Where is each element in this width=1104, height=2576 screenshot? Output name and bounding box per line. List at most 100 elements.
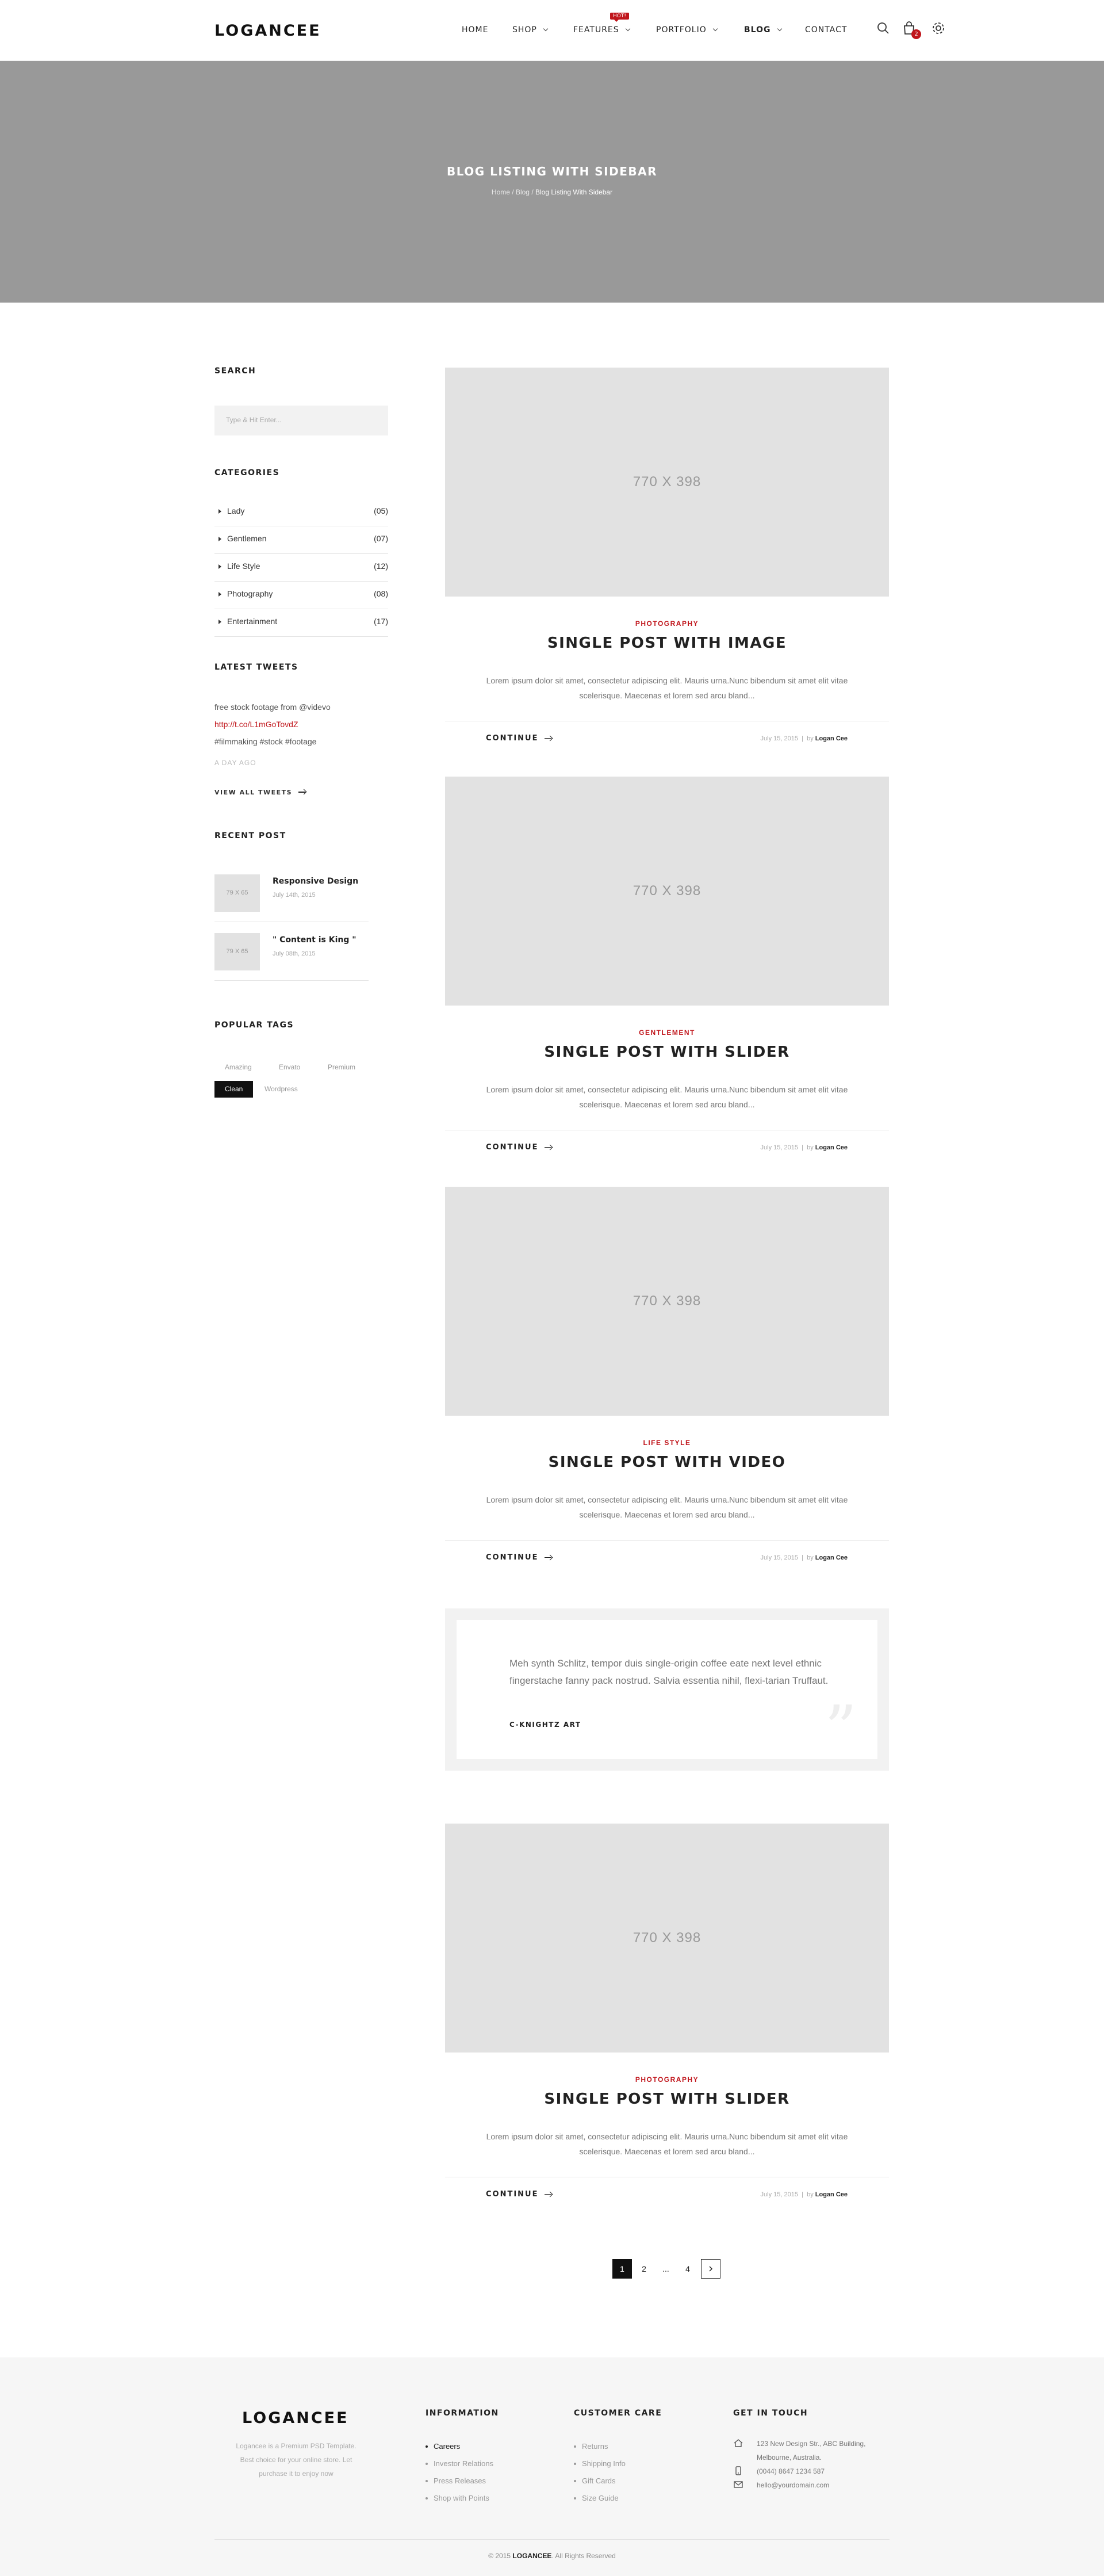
nav-contact-label: CONTACT (805, 25, 848, 35)
post-category[interactable]: GENTLEMENT (445, 1029, 889, 1037)
breadcrumb-blog[interactable]: Blog (516, 188, 530, 196)
site-logo[interactable]: LOGANCEE (214, 22, 321, 40)
category-item[interactable]: Lady (05) (214, 499, 388, 526)
post-category[interactable]: LIFE STYLE (445, 1439, 889, 1447)
tag-clean[interactable]: Clean (214, 1081, 254, 1098)
post-meta: July 15, 2015 | by Logan Cee (761, 735, 848, 742)
tag-premium[interactable]: Premium (317, 1059, 366, 1076)
copyright: © 2015 LOGANCEE. All Rights Reserved (0, 2552, 1104, 2560)
search-icon[interactable] (875, 20, 892, 37)
arrow-right-icon (544, 736, 553, 741)
category-label: Lady (227, 506, 245, 515)
page-ellipsis: ... (662, 2264, 669, 2273)
post-meta: July 15, 2015 | by Logan Cee (761, 1144, 848, 1151)
search-input[interactable]: Type & Hit Enter... (214, 406, 388, 435)
copyright-brand: LOGANCEE (512, 2552, 552, 2560)
post-author[interactable]: Logan Cee (815, 1144, 848, 1151)
meta-by: by (807, 2191, 814, 2198)
footer-logo[interactable]: LOGANCEE (242, 2409, 349, 2427)
category-item[interactable]: Photography (08) (214, 582, 388, 609)
nav-features-label: FEATURES (573, 25, 619, 35)
view-all-tweets-link[interactable]: VIEW ALL TWEETS (214, 789, 306, 796)
nav-blog[interactable]: BLOG (744, 25, 782, 35)
copyright-prefix: © 2015 (488, 2552, 513, 2560)
continue-button[interactable]: CONTINUE (486, 1143, 553, 1152)
bullet-icon (425, 2445, 428, 2448)
meta-separator: | (802, 1144, 803, 1151)
footer-link[interactable]: Size Guide (574, 2494, 619, 2502)
post-category[interactable]: PHOTOGRAPHY (445, 620, 889, 628)
recent-post-item[interactable]: 79 X 65 Responsive Design July 14th, 201… (214, 874, 369, 922)
continue-button[interactable]: CONTINUE (486, 1553, 553, 1562)
footer-description: Logancee is a Premium PSD Template. Best… (236, 2442, 356, 2478)
footer-link[interactable]: Investor Relations (425, 2459, 493, 2468)
category-item[interactable]: Life Style (12) (214, 554, 388, 582)
recent-post-item[interactable]: 79 X 65 " Content is King " July 08th, 2… (214, 933, 369, 981)
post-excerpt: Lorem ipsum dolor sit amet, consectetur … (486, 1495, 848, 1519)
category-count: (05) (374, 506, 388, 515)
post-title[interactable]: SINGLE POST WITH SLIDER (445, 1044, 889, 1061)
phone-number[interactable]: (0044) 8647 1234 587 (757, 2464, 825, 2478)
footer-link[interactable]: Gift Cards (574, 2476, 616, 2485)
post-category[interactable]: PHOTOGRAPHY (445, 2076, 889, 2084)
breadcrumb-home[interactable]: Home (492, 188, 510, 196)
recent-post-title[interactable]: " Content is King " (273, 935, 356, 945)
post-author[interactable]: Logan Cee (815, 2191, 848, 2198)
settings-icon[interactable] (930, 20, 947, 37)
post-author[interactable]: Logan Cee (815, 1554, 848, 1561)
cart-count-badge: 2 (911, 29, 921, 39)
post-image-placeholder[interactable]: 770 X 398 (445, 1824, 889, 2053)
home-icon (734, 2439, 743, 2447)
nav-blog-label: BLOG (744, 25, 771, 35)
quote-author: C-KNIGHTZ ART (509, 1721, 581, 1729)
category-item[interactable]: Gentlemen (07) (214, 526, 388, 554)
tweet-hashtags: #filmmaking #stock #footage (214, 737, 317, 746)
post-author[interactable]: Logan Cee (815, 735, 848, 742)
post-image-placeholder[interactable]: 770 X 398 (445, 368, 889, 597)
nav-portfolio[interactable]: PORTFOLIO (656, 25, 718, 35)
category-item[interactable]: Entertainment (17) (214, 609, 388, 637)
continue-label: CONTINUE (486, 1143, 539, 1152)
arrow-right-icon (298, 790, 306, 794)
nav-contact[interactable]: CONTACT (805, 25, 847, 35)
post-date: July 15, 2015 (760, 2191, 798, 2198)
footer-link[interactable]: Shop with Points (425, 2494, 489, 2502)
footer-link-label: Investor Relations (434, 2459, 494, 2468)
email-address[interactable]: hello@yourdomain.com (757, 2478, 829, 2492)
tag-envato[interactable]: Envato (269, 1059, 310, 1076)
continue-label: CONTINUE (486, 2190, 539, 2199)
footer-link[interactable]: Careers (425, 2442, 460, 2451)
nav-shop[interactable]: SHOP (512, 25, 549, 35)
recent-post-title[interactable]: Responsive Design (273, 877, 358, 886)
continue-label: CONTINUE (486, 734, 539, 743)
post-image-placeholder[interactable]: 770 X 398 (445, 777, 889, 1006)
chevron-down-icon (625, 26, 630, 32)
category-count: (12) (374, 561, 388, 571)
page-4-button[interactable]: 4 (678, 2259, 697, 2279)
post-title[interactable]: SINGLE POST WITH SLIDER (445, 2090, 889, 2108)
page-2-button[interactable]: 2 (634, 2259, 654, 2279)
post-title[interactable]: SINGLE POST WITH IMAGE (445, 635, 889, 652)
post-title[interactable]: SINGLE POST WITH VIDEO (445, 1454, 889, 1471)
post-date: July 15, 2015 (760, 735, 798, 742)
chevron-right-icon (709, 2266, 713, 2272)
continue-button[interactable]: CONTINUE (486, 2190, 553, 2199)
tag-wordpress[interactable]: Wordpress (254, 1081, 308, 1098)
address-line-2: Melbourne, Australia. (757, 2453, 822, 2462)
post-divider (445, 1540, 889, 1541)
footer-divider (214, 2539, 890, 2540)
tweet-link[interactable]: http://t.co/L1mGoTovdZ (214, 720, 298, 729)
page-1-button[interactable]: 1 (612, 2259, 632, 2279)
footer-link-label: Press Releases (434, 2476, 486, 2485)
tag-amazing[interactable]: Amazing (214, 1059, 262, 1076)
footer-link[interactable]: Press Releases (425, 2476, 486, 2485)
post-image-placeholder[interactable]: 770 X 398 (445, 1187, 889, 1416)
footer-link[interactable]: Returns (574, 2442, 608, 2451)
bullet-icon (574, 2497, 576, 2499)
nav-home[interactable]: HOME (462, 25, 488, 35)
category-count: (08) (374, 589, 388, 598)
continue-button[interactable]: CONTINUE (486, 734, 553, 743)
next-page-button[interactable] (701, 2259, 720, 2279)
footer-link[interactable]: Shipping Info (574, 2459, 626, 2468)
nav-features[interactable]: FEATURES (573, 25, 630, 35)
